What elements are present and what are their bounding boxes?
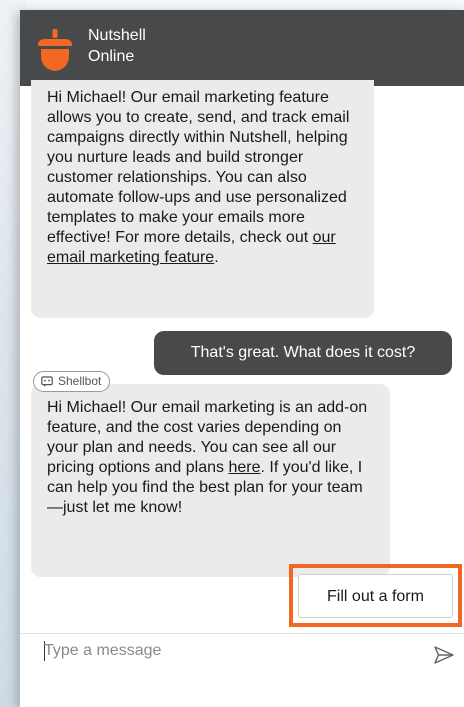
bot-name-label: Shellbot [58,374,102,388]
user-message-bubble: That's great. What does it cost? [154,331,452,375]
bot-message-text: Hi Michael! Our email marketing is an ad… [47,398,374,518]
pricing-link[interactable]: here [228,459,260,476]
chat-header: Nutshell Online [20,10,464,86]
fill-out-form-button[interactable]: Fill out a form [298,574,453,618]
online-status: Online [88,48,135,65]
message-list: Hi Michael! Our email marketing feature … [20,80,464,633]
chatbot-icon [41,375,53,387]
message-input[interactable] [44,638,404,664]
send-icon[interactable] [431,642,457,668]
bot-message-bubble: Hi Michael! Our email marketing is an ad… [31,384,390,577]
bot-message-text-start: Hi Michael! Our email marketing feature … [47,89,350,246]
bot-message-text: Hi Michael! Our email marketing feature … [47,88,358,268]
message-composer [20,634,464,707]
bot-name-tag: Shellbot [33,371,111,392]
chat-widget: Nutshell Online Hi Michael! Our email ma… [20,10,464,707]
assistant-name: Nutshell [88,27,146,44]
bot-message-bubble: Hi Michael! Our email marketing feature … [31,80,374,318]
bot-message-text-end: . [214,249,219,266]
nutshell-acorn-logo-icon [38,29,72,71]
